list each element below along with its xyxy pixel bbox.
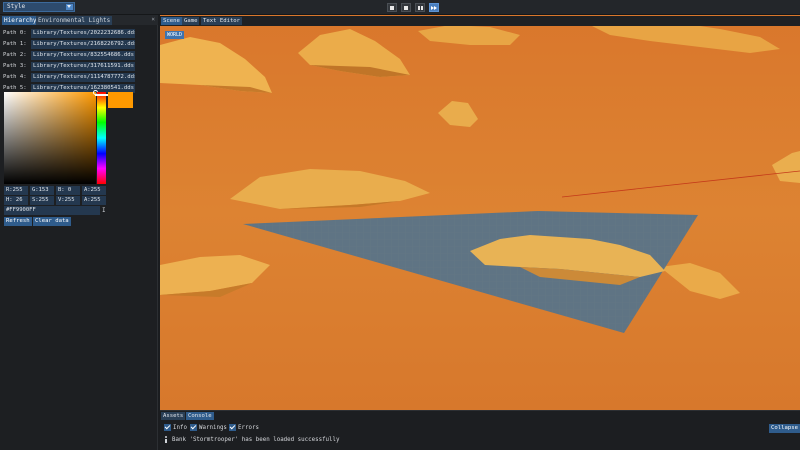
scene-render — [160, 15, 800, 410]
hue-slider-handle[interactable] — [95, 94, 108, 96]
step-button[interactable] — [401, 3, 411, 12]
clear-data-button[interactable]: Clear data — [33, 217, 71, 226]
fast-forward-button[interactable] — [429, 3, 439, 12]
filter-errors[interactable]: Errors — [229, 424, 259, 432]
scene-viewport[interactable] — [160, 15, 800, 410]
color-picker-sv-area[interactable] — [4, 90, 98, 184]
path-label: Path 2: — [3, 52, 27, 58]
close-icon[interactable]: × — [151, 16, 155, 23]
path-input[interactable]: Library/Textures/2022232686.dds — [31, 29, 135, 38]
saturation-field[interactable]: S:255 — [30, 196, 54, 205]
filter-label: Info — [173, 425, 187, 431]
world-badge[interactable]: WORLD — [165, 31, 185, 39]
tab-console[interactable]: Console — [186, 412, 214, 420]
value-field[interactable]: V:255 — [56, 196, 80, 205]
hue-field[interactable]: H: 26 — [4, 196, 28, 205]
console-panel: Assets Console Info Warnings Errors Coll… — [160, 410, 800, 450]
left-panel: Hierarchy Environmental Lights × Path 0:… — [0, 15, 158, 450]
step-icon — [404, 5, 408, 10]
stop-icon — [390, 5, 394, 10]
tab-game[interactable]: Game — [182, 17, 200, 25]
tab-hierarchy[interactable]: Hierarchy — [2, 16, 39, 25]
filter-info[interactable]: Info — [164, 424, 187, 432]
path-label: Path 5: — [3, 85, 27, 91]
checkbox-icon[interactable] — [190, 424, 197, 431]
path-label: Path 4: — [3, 74, 27, 80]
checkbox-icon[interactable] — [229, 424, 236, 431]
log-message: Bank 'Stormtrooper' has been loaded succ… — [172, 437, 340, 443]
green-field[interactable]: G:153 — [30, 186, 54, 195]
path-label: Path 1: — [3, 41, 27, 47]
info-icon — [164, 436, 168, 443]
log-entry[interactable]: Bank 'Stormtrooper' has been loaded succ… — [164, 436, 340, 443]
tab-assets[interactable]: Assets — [161, 412, 186, 420]
path-input[interactable]: Library/Textures/2168226792.dds — [31, 40, 135, 49]
alpha-field[interactable]: A:255 — [82, 186, 106, 195]
filter-label: Errors — [238, 425, 259, 431]
red-field[interactable]: R:255 — [4, 186, 28, 195]
path-label: Path 0: — [3, 30, 27, 36]
path-input[interactable]: Library/Textures/317611591.dds — [31, 62, 135, 71]
path-input[interactable]: Library/Textures/832554686.dds — [31, 51, 135, 60]
left-tab-bar: Hierarchy Environmental Lights × — [0, 15, 158, 25]
path-label: Path 3: — [3, 63, 27, 69]
top-toolbar: Style — [0, 0, 800, 15]
hex-color-input[interactable]: #FF9900FF — [4, 206, 100, 215]
color-swatch — [108, 92, 133, 108]
pause-icon — [418, 5, 420, 10]
path-input[interactable]: Library/Textures/1114787772.dds — [31, 73, 135, 82]
stop-button[interactable] — [387, 3, 397, 12]
blue-field[interactable]: B: 0 — [56, 186, 80, 195]
chevron-down-icon — [66, 4, 73, 10]
tab-environmental-lights[interactable]: Environmental Lights — [36, 16, 113, 25]
tab-text-editor[interactable]: Text Editor — [201, 17, 243, 25]
checkbox-icon[interactable] — [164, 424, 171, 431]
filter-label: Warnings — [199, 425, 227, 431]
viewport-tab-bar: Scene Game Text Editor — [160, 16, 800, 26]
collapse-button[interactable]: Collapse — [769, 424, 800, 433]
tab-scene[interactable]: Scene — [161, 17, 182, 25]
text-cursor-icon: I — [102, 207, 106, 214]
pause-button[interactable] — [415, 3, 425, 12]
alpha-field-hsv[interactable]: A:255 — [82, 196, 106, 205]
refresh-button[interactable]: Refresh — [4, 217, 32, 226]
style-dropdown[interactable]: Style — [3, 2, 75, 12]
style-dropdown-label: Style — [7, 3, 26, 10]
filter-warnings[interactable]: Warnings — [190, 424, 227, 432]
hue-slider[interactable] — [97, 92, 106, 184]
